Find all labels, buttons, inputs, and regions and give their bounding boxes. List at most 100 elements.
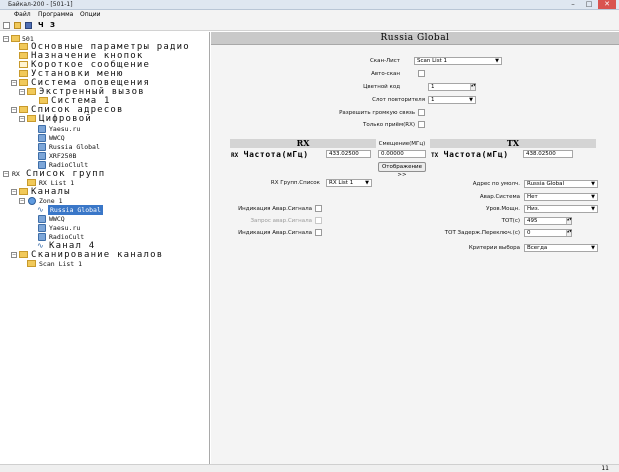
collapse-icon[interactable]: − [11, 80, 17, 86]
alarm-indication-2-checkbox[interactable] [315, 229, 322, 236]
panel-title: Russia Global [211, 32, 619, 45]
status-bar: 11 [0, 464, 619, 472]
channel-icon: ∿ [37, 241, 44, 250]
folder-icon [39, 97, 48, 104]
spin-arrows-icon: ▲▼ [470, 84, 476, 90]
alarm-request-label: Запрос авар.Сигнала [250, 218, 313, 224]
dropdown-arrow-icon: ▼ [591, 206, 595, 212]
tx-frequency-label: TX Частота(мГц) [431, 150, 509, 159]
write-button[interactable]: З [50, 21, 55, 29]
rx-group-select[interactable]: RX List 1 ▼ [326, 179, 372, 187]
folder-icon [19, 70, 28, 77]
auto-scan-checkbox[interactable] [418, 70, 425, 77]
display-toggle-button[interactable]: Отображение >> [378, 162, 426, 178]
power-level-label: Уров.Мощн. [486, 206, 520, 212]
collapse-icon[interactable]: − [19, 89, 25, 95]
collapse-icon[interactable]: − [19, 116, 25, 122]
menu-file[interactable]: Файл [14, 11, 31, 18]
color-code-label: Цветной код [363, 84, 400, 90]
menu-program[interactable]: Программа [38, 11, 73, 18]
window-title: Байкал-200 - [501-1] [8, 1, 73, 8]
folder-icon [19, 61, 28, 68]
alarm-system-select[interactable]: Нет ▼ [524, 193, 598, 201]
loud-call-label: Разрешить громкую связь [339, 110, 415, 116]
tx-frequency-input[interactable]: 438.02500 [523, 150, 573, 158]
offset-label: Смещение(МГц) [378, 141, 426, 147]
channel-icon: ∿ [37, 205, 44, 214]
toolbar: Ч З [0, 20, 619, 31]
menu-bar: Файл Программа Опции [0, 10, 619, 20]
loud-call-checkbox[interactable] [418, 109, 425, 116]
color-code-stepper[interactable]: 1 ▲▼ [428, 83, 476, 91]
default-address-select[interactable]: Russia Global ▼ [524, 180, 598, 188]
contact-icon [38, 161, 46, 169]
folder-icon [19, 106, 28, 113]
folder-icon [27, 260, 36, 267]
tot-stepper[interactable]: 495 ▲▼ [524, 217, 572, 225]
contact-icon [38, 143, 46, 151]
repeater-slot-select[interactable]: 1 ▼ [428, 96, 476, 104]
collapse-icon[interactable]: − [3, 171, 9, 177]
tx-header: TX [430, 139, 596, 148]
tot-delay-stepper[interactable]: 0 ▲▼ [524, 229, 572, 237]
folder-icon [19, 52, 28, 59]
alarm-request-checkbox[interactable] [315, 217, 322, 224]
default-address-label: Адрес по умолч. [472, 181, 520, 187]
channel-icon [38, 233, 46, 241]
maximize-button[interactable]: □ [582, 0, 596, 9]
rx-frequency-label: RX Частота(мГц) [231, 150, 309, 159]
alarm-indication-2-label: Индикация Авар.Сигнала [238, 230, 312, 236]
selection-criteria-label: Критерии выбора [468, 245, 520, 251]
collapse-icon[interactable]: − [11, 252, 17, 258]
channel-icon [38, 224, 46, 232]
rx-only-checkbox[interactable] [418, 121, 425, 128]
collapse-icon[interactable]: − [19, 198, 25, 204]
alarm-indication-checkbox[interactable] [315, 205, 322, 212]
offset-input[interactable]: 0.00000 [378, 150, 426, 158]
auto-scan-label: Авто-скан [371, 71, 400, 77]
collapse-icon[interactable]: − [11, 107, 17, 113]
repeater-slot-label: Слот повторителя [372, 97, 425, 103]
dropdown-arrow-icon: ▼ [365, 180, 369, 186]
dropdown-arrow-icon: ▼ [591, 181, 595, 187]
new-file-icon[interactable] [3, 22, 10, 29]
save-icon[interactable] [25, 22, 32, 29]
alarm-indication-label: Индикация Авар.Сигнала [238, 206, 312, 212]
contact-icon [38, 134, 46, 142]
channel-icon [38, 215, 46, 223]
alarm-system-label: Авар.Система [479, 194, 520, 200]
tot-delay-label: TOT Задерж.Переключ.(c) [444, 230, 520, 236]
dropdown-arrow-icon: ▼ [495, 58, 499, 64]
title-bar: Байкал-200 - [501-1] – □ ✕ [0, 0, 619, 10]
close-button[interactable]: ✕ [598, 0, 616, 9]
status-number: 11 [601, 465, 609, 472]
rx-frequency-input[interactable]: 433.02500 [326, 150, 371, 158]
folder-icon [19, 188, 28, 195]
rx-only-label: Только приём(RX) [363, 122, 415, 128]
menu-options[interactable]: Опции [80, 11, 101, 18]
zone-icon [28, 197, 36, 205]
selection-criteria-select[interactable]: Всегда ▼ [524, 244, 598, 252]
folder-icon [19, 79, 28, 86]
rx-header: RX [230, 139, 376, 148]
power-level-select[interactable]: Низ. ▼ [524, 205, 598, 213]
open-folder-icon[interactable] [14, 22, 21, 29]
minimize-button[interactable]: – [566, 0, 580, 9]
read-button[interactable]: Ч [38, 21, 44, 29]
scan-list-label: Скан-Лист [369, 58, 400, 64]
folder-icon [27, 115, 36, 122]
collapse-icon[interactable]: − [3, 36, 9, 42]
spin-arrows-icon: ▲▼ [566, 218, 572, 224]
collapse-icon[interactable]: − [11, 189, 17, 195]
dropdown-arrow-icon: ▼ [591, 245, 595, 251]
dropdown-arrow-icon: ▼ [591, 194, 595, 200]
scan-list-select[interactable]: Scan List 1 ▼ [414, 57, 502, 65]
tree-panel: − 501 Основные параметры радио Назначени… [0, 32, 210, 464]
folder-icon [27, 88, 36, 95]
tot-label: TOT(c) [501, 218, 520, 224]
spin-arrows-icon: ▲▼ [566, 230, 572, 236]
rx-group-label: RX Групп.Список [270, 180, 320, 186]
dropdown-arrow-icon: ▼ [469, 97, 473, 103]
folder-icon [19, 251, 28, 258]
folder-icon [11, 35, 20, 42]
